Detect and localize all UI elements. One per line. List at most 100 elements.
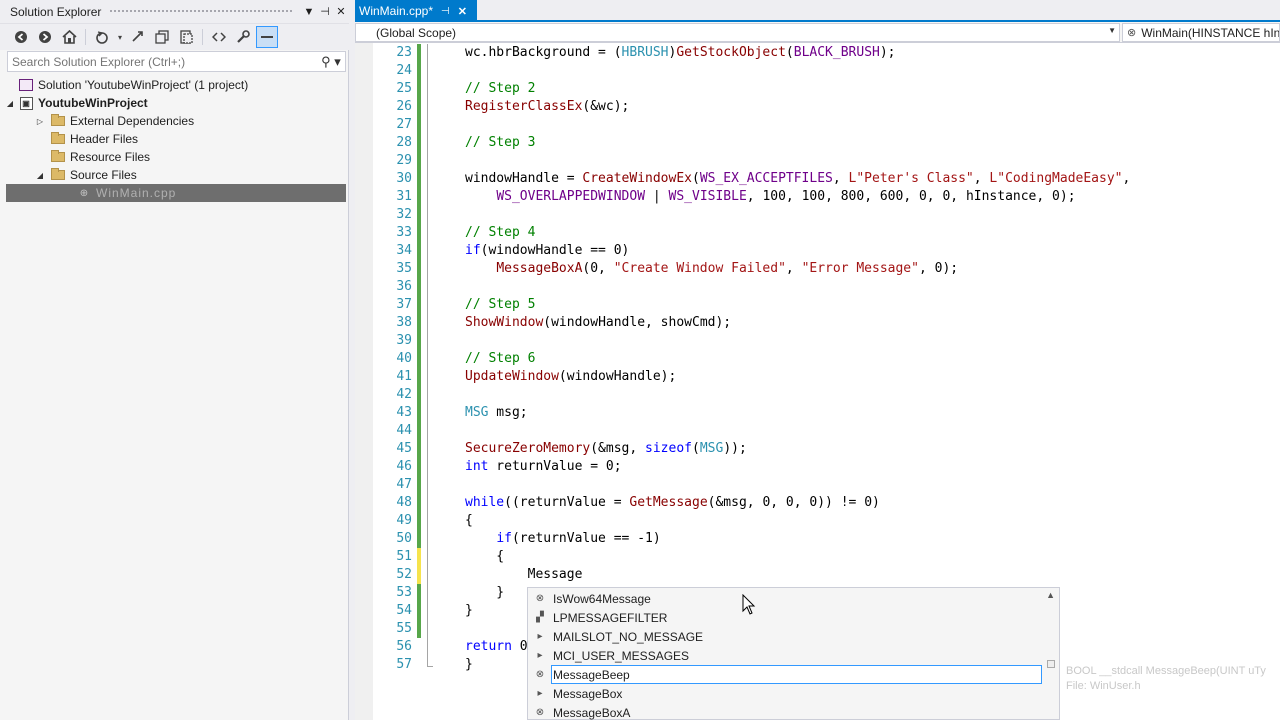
code-line[interactable]: 29 bbox=[355, 152, 1280, 170]
show-all-files-icon[interactable] bbox=[175, 26, 197, 48]
code-line[interactable]: 48 while((returnValue = GetMessage(&msg, … bbox=[355, 494, 1280, 512]
saved-change-marker bbox=[417, 152, 421, 170]
code-line[interactable]: 34 if(windowHandle == 0) bbox=[355, 242, 1280, 260]
tree-item-label: Solution 'YoutubeWinProject' (1 project) bbox=[38, 78, 249, 92]
code-line[interactable]: 32 bbox=[355, 206, 1280, 224]
code-line[interactable]: 30 windowHandle = CreateWindowEx(WS_EX_AC… bbox=[355, 170, 1280, 188]
scope-dropdown[interactable]: (Global Scope) ▼ bbox=[355, 23, 1120, 42]
filter-dropdown-icon[interactable]: ▾ bbox=[115, 26, 125, 48]
code-line[interactable]: 26 RegisterClassEx(&wc); bbox=[355, 98, 1280, 116]
completion-item[interactable]: ▸ MessageBox bbox=[528, 684, 1048, 703]
solution-explorer-toolbar: ▾ bbox=[0, 24, 349, 50]
code-line[interactable]: 39 bbox=[355, 332, 1280, 350]
completion-item[interactable]: ▸ MCI_USER_MESSAGES bbox=[528, 646, 1048, 665]
code-line[interactable]: 25 // Step 2 bbox=[355, 80, 1280, 98]
saved-change-marker bbox=[417, 512, 421, 530]
macro-icon: ▸ bbox=[537, 631, 543, 642]
code-line[interactable]: 51 { bbox=[355, 548, 1280, 566]
code-line[interactable]: 46 int returnValue = 0; bbox=[355, 458, 1280, 476]
close-icon[interactable]: ✕ bbox=[333, 5, 349, 18]
line-number: 30 bbox=[396, 171, 412, 186]
code-line[interactable]: 36 bbox=[355, 278, 1280, 296]
code-line[interactable]: 35 MessageBoxA(0, "Create Window Failed"… bbox=[355, 260, 1280, 278]
line-number: 23 bbox=[396, 45, 412, 60]
completion-item[interactable]: ▞ LPMESSAGEFILTER bbox=[528, 608, 1048, 627]
tree-item-source-files[interactable]: ◢ Source Files bbox=[0, 166, 349, 184]
code-line[interactable]: 41 UpdateWindow(windowHandle); bbox=[355, 368, 1280, 386]
tree-item-solution[interactable]: Solution 'YoutubeWinProject' (1 project) bbox=[0, 76, 349, 94]
completion-item-label: IsWow64Message bbox=[553, 591, 651, 606]
solution-icon bbox=[18, 78, 34, 92]
line-number: 49 bbox=[396, 513, 412, 528]
code-line[interactable]: 43 MSG msg; bbox=[355, 404, 1280, 422]
collapse-all-icon[interactable] bbox=[151, 26, 173, 48]
code-line[interactable]: 44 bbox=[355, 422, 1280, 440]
code-text: // Step 6 bbox=[465, 351, 536, 366]
code-line[interactable]: 42 bbox=[355, 386, 1280, 404]
code-line[interactable]: 24 bbox=[355, 62, 1280, 80]
code-line[interactable]: 28 // Step 3 bbox=[355, 134, 1280, 152]
function-dropdown[interactable]: ⊗ WinMain(HINSTANCE hInstance, bbox=[1122, 23, 1280, 42]
collapsed-arrow-icon[interactable]: ▷ bbox=[34, 117, 46, 126]
completion-item-label: MAILSLOT_NO_MESSAGE bbox=[553, 629, 704, 644]
saved-change-marker bbox=[417, 80, 421, 98]
preview-selected-items-icon[interactable] bbox=[256, 26, 278, 48]
forward-icon[interactable] bbox=[34, 26, 56, 48]
home-icon[interactable] bbox=[58, 26, 80, 48]
completion-item[interactable]: ⊗ MessageBeep bbox=[528, 665, 1048, 684]
line-number: 39 bbox=[396, 333, 412, 348]
tab-winmain-cpp[interactable]: WinMain.cpp* ⊣ ✕ bbox=[355, 0, 477, 22]
tree-item-external-dependencies[interactable]: ▷ External Dependencies bbox=[0, 112, 349, 130]
code-text: windowHandle = CreateWindowEx(WS_EX_ACCE… bbox=[465, 171, 1131, 186]
saved-change-marker bbox=[417, 530, 421, 548]
line-number: 35 bbox=[396, 261, 412, 276]
code-text: // Step 4 bbox=[465, 225, 536, 240]
completion-item[interactable]: ⊗ MessageBoxA bbox=[528, 703, 1048, 720]
expanded-arrow-icon[interactable]: ◢ bbox=[4, 99, 16, 108]
code-line[interactable]: 50 if(returnValue == -1) bbox=[355, 530, 1280, 548]
back-icon[interactable] bbox=[10, 26, 32, 48]
tree-item-winmain-cpp[interactable]: ⊕ WinMain.cpp bbox=[6, 184, 346, 202]
line-number: 27 bbox=[396, 117, 412, 132]
completion-item[interactable]: ▸ MAILSLOT_NO_MESSAGE bbox=[528, 627, 1048, 646]
sync-icon[interactable] bbox=[127, 26, 149, 48]
close-icon[interactable]: ✕ bbox=[458, 5, 467, 18]
solution-explorer-title: Solution Explorer bbox=[10, 4, 102, 19]
tooltip-signature: BOOL __stdcall MessageBeep(UINT uTy bbox=[1066, 665, 1266, 677]
function-icon: ⊗ bbox=[535, 593, 545, 604]
line-number: 28 bbox=[396, 135, 412, 150]
view-code-icon[interactable] bbox=[208, 26, 230, 48]
search-icon[interactable]: ⚲ ▾ bbox=[317, 54, 345, 70]
code-line[interactable]: 33 // Step 4 bbox=[355, 224, 1280, 242]
code-line[interactable]: 38 ShowWindow(windowHandle, showCmd); bbox=[355, 314, 1280, 332]
titlebar-grip[interactable] bbox=[109, 9, 293, 14]
completion-item-label: LPMESSAGEFILTER bbox=[553, 610, 668, 625]
line-number: 53 bbox=[396, 585, 412, 600]
tree-item-project[interactable]: ◢ ▣ YoutubeWinProject bbox=[0, 94, 349, 112]
code-line[interactable]: 40 // Step 6 bbox=[355, 350, 1280, 368]
search-input[interactable] bbox=[12, 54, 317, 69]
code-line[interactable]: 27 bbox=[355, 116, 1280, 134]
code-line[interactable]: 49 { bbox=[355, 512, 1280, 530]
unsaved-change-marker bbox=[417, 566, 421, 584]
tree-item-header-files[interactable]: Header Files bbox=[0, 130, 349, 148]
code-text: int returnValue = 0; bbox=[465, 459, 622, 474]
window-position-dropdown-icon[interactable]: ▼ bbox=[301, 6, 317, 18]
code-line[interactable]: 31 WS_OVERLAPPEDWINDOW | WS_VISIBLE, 100… bbox=[355, 188, 1280, 206]
completion-item[interactable]: ⊗ IsWow64Message bbox=[528, 589, 1048, 608]
expanded-arrow-icon[interactable]: ◢ bbox=[34, 171, 46, 180]
completion-item-label: MessageBeep bbox=[553, 667, 630, 682]
line-number: 57 bbox=[396, 657, 412, 672]
pin-icon[interactable]: ⊣ bbox=[441, 6, 450, 17]
pin-icon[interactable]: ⊣ bbox=[317, 5, 333, 18]
code-text: wc.hbrBackground = (HBRUSH)GetStockObjec… bbox=[465, 45, 896, 60]
pending-changes-filter-icon[interactable] bbox=[91, 26, 113, 48]
scroll-thumb[interactable] bbox=[1047, 660, 1055, 668]
properties-wrench-icon[interactable] bbox=[232, 26, 254, 48]
code-line[interactable]: 47 bbox=[355, 476, 1280, 494]
code-line[interactable]: 23 wc.hbrBackground = (HBRUSH)GetStockObj… bbox=[355, 44, 1280, 62]
code-line[interactable]: 37 // Step 5 bbox=[355, 296, 1280, 314]
code-line[interactable]: 52 Message bbox=[355, 566, 1280, 584]
code-line[interactable]: 45 SecureZeroMemory(&msg, sizeof(MSG)); bbox=[355, 440, 1280, 458]
tree-item-resource-files[interactable]: Resource Files bbox=[0, 148, 349, 166]
